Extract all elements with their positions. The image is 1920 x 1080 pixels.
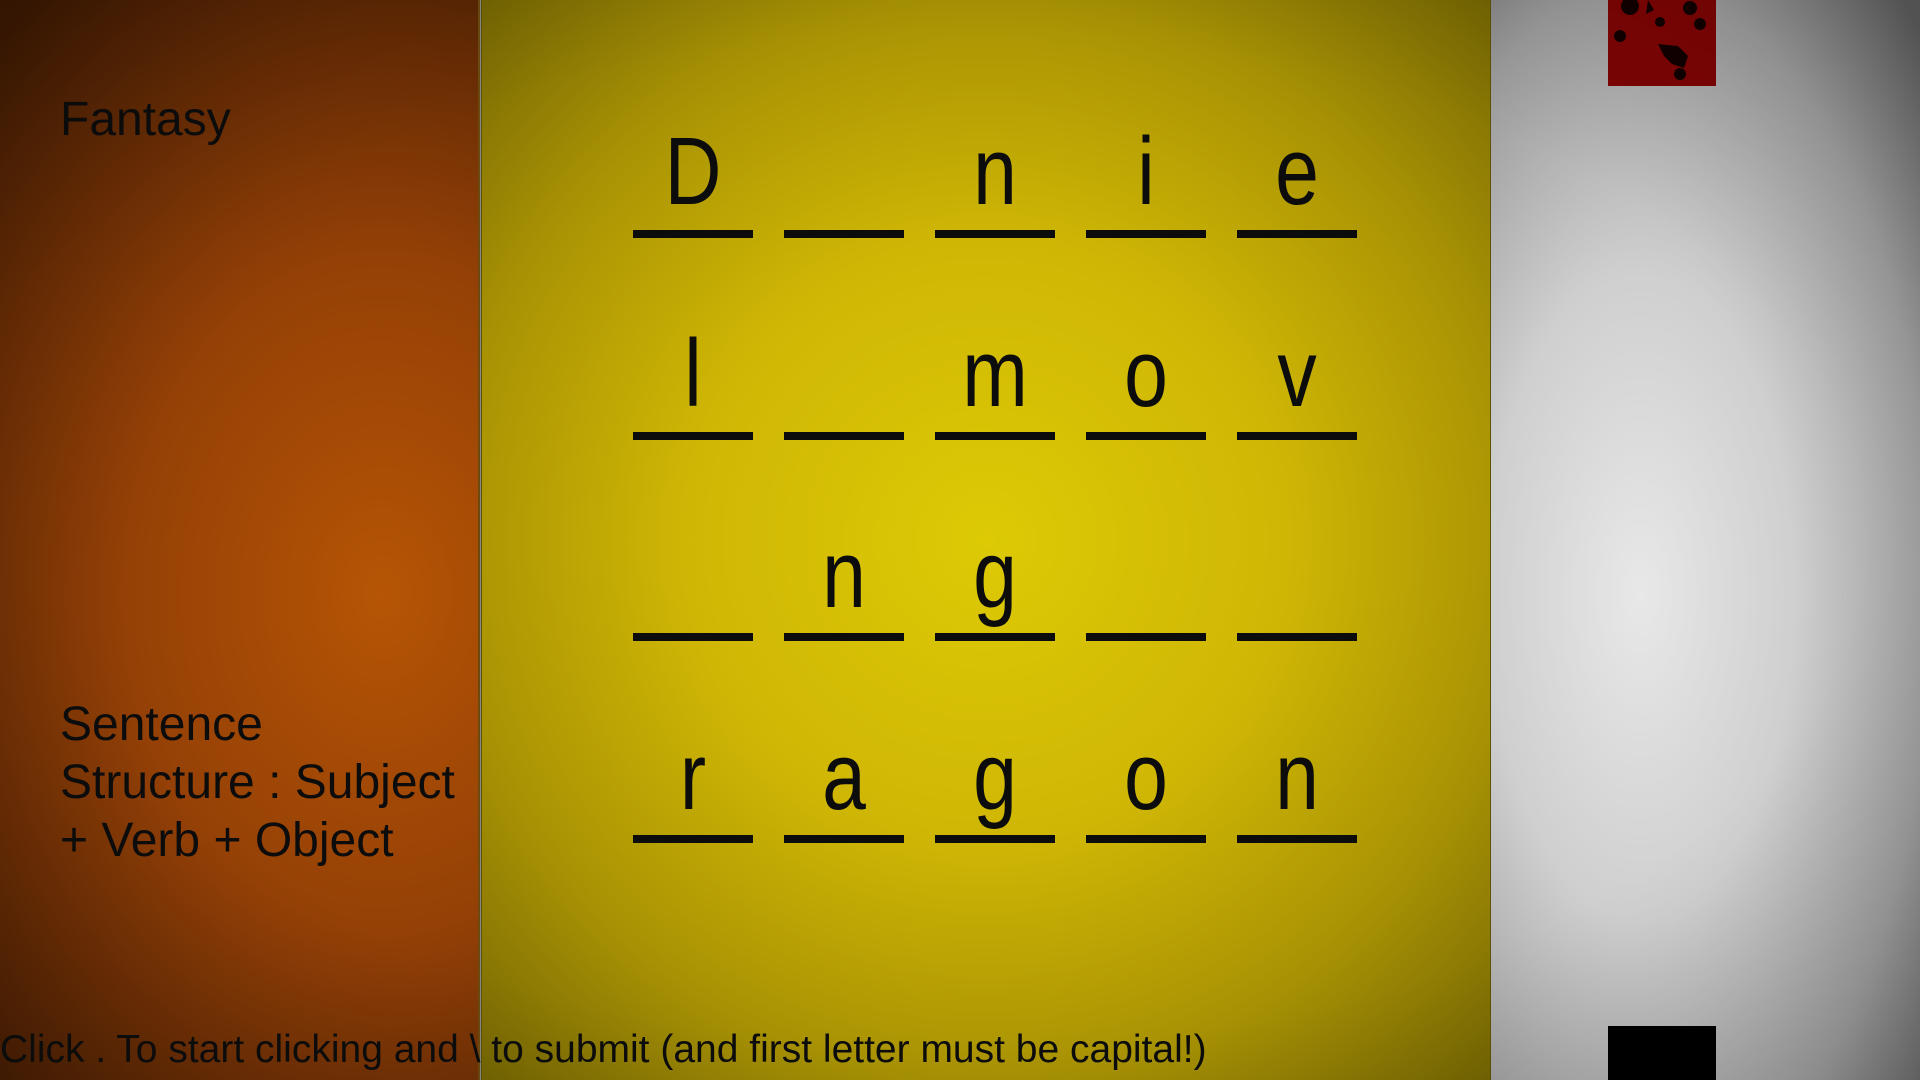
letter-slot[interactable]: l <box>633 300 753 440</box>
slot-underline <box>1086 835 1206 843</box>
slot-underline <box>633 432 753 440</box>
slot-underline <box>935 432 1055 440</box>
letter-slot[interactable]: g <box>935 501 1055 641</box>
slot-underline <box>1086 432 1206 440</box>
slot-letter: D <box>664 118 722 225</box>
letter-slot[interactable]: r <box>633 703 753 843</box>
letter-slot[interactable]: n <box>1237 703 1357 843</box>
slot-underline <box>633 230 753 238</box>
slot-underline <box>1086 633 1206 641</box>
slot-letter: n <box>973 118 1017 225</box>
slot-letter: l <box>684 320 702 427</box>
slot-underline <box>935 633 1055 641</box>
letter-slot[interactable] <box>1086 501 1206 641</box>
letter-slot[interactable] <box>633 501 753 641</box>
letter-slot[interactable]: g <box>935 703 1055 843</box>
splatter-icon[interactable] <box>1608 0 1716 86</box>
side-panel <box>1491 0 1920 1080</box>
slot-letter: e <box>1275 118 1319 225</box>
instructions-text: Click . To start clicking and \ to submi… <box>0 1028 1207 1071</box>
slot-underline <box>935 230 1055 238</box>
category-label: Fantasy <box>60 93 231 146</box>
letter-slot[interactable]: v <box>1237 300 1357 440</box>
slot-underline <box>1237 230 1357 238</box>
letter-slot[interactable]: m <box>935 300 1055 440</box>
game-screen[interactable]: Fantasy Sentence Structure : Subject + V… <box>0 0 1920 1080</box>
letter-slot[interactable]: n <box>784 501 904 641</box>
slot-underline <box>1237 432 1357 440</box>
slot-letter: o <box>1124 320 1168 427</box>
letter-slot[interactable] <box>1237 501 1357 641</box>
slot-underline <box>633 633 753 641</box>
slot-letter: a <box>822 723 866 830</box>
slot-underline <box>935 835 1055 843</box>
slot-letter: g <box>973 521 1017 628</box>
letter-slot[interactable]: a <box>784 703 904 843</box>
puzzle-board[interactable]: Dnielmovngragon <box>481 0 1491 1080</box>
black-tile[interactable] <box>1608 1026 1716 1080</box>
letter-slot[interactable]: D <box>633 98 753 238</box>
slot-underline <box>784 230 904 238</box>
slot-letter: m <box>962 320 1028 427</box>
letter-slot[interactable]: n <box>935 98 1055 238</box>
slot-letter: n <box>1275 723 1319 830</box>
sentence-structure-hint: Sentence Structure : Subject + Verb + Ob… <box>60 698 455 867</box>
info-panel: Fantasy Sentence Structure : Subject + V… <box>0 0 480 1080</box>
slot-underline <box>784 835 904 843</box>
slot-underline <box>633 835 753 843</box>
letter-slot[interactable]: o <box>1086 703 1206 843</box>
slot-letter: r <box>679 723 707 830</box>
slot-letter: i <box>1137 118 1155 225</box>
slot-underline <box>784 633 904 641</box>
slot-underline <box>1237 633 1357 641</box>
letter-slot[interactable]: i <box>1086 98 1206 238</box>
letter-slot[interactable] <box>784 98 904 238</box>
slot-letter: g <box>973 723 1017 830</box>
letter-slot[interactable]: e <box>1237 98 1357 238</box>
slot-underline <box>1086 230 1206 238</box>
letter-slot[interactable] <box>784 300 904 440</box>
slot-letter: n <box>822 521 866 628</box>
slot-letter: v <box>1277 320 1317 427</box>
letter-slot[interactable]: o <box>1086 300 1206 440</box>
slot-underline <box>1237 835 1357 843</box>
slot-letter: o <box>1124 723 1168 830</box>
slot-underline <box>784 432 904 440</box>
